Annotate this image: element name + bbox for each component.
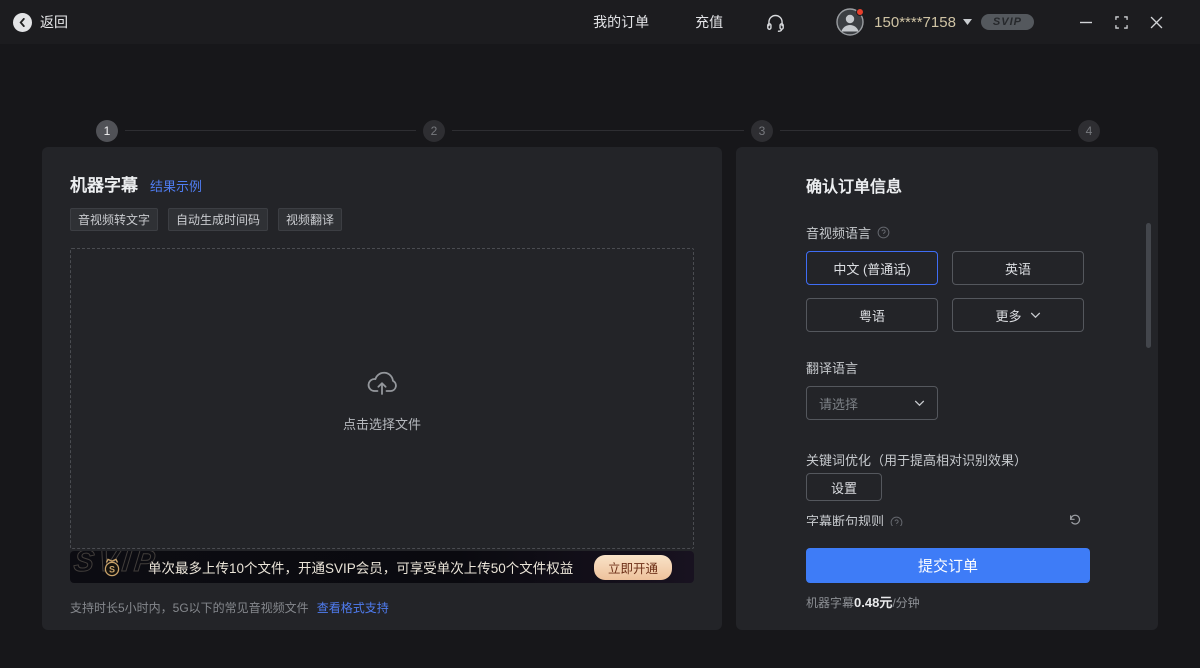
account-phone[interactable]: 150****7158 bbox=[874, 14, 956, 31]
submit-order-button[interactable]: 提交订单 bbox=[806, 548, 1090, 583]
subtitle-rule-label: 字幕断句规则 bbox=[806, 513, 884, 526]
audio-language-options: 中文 (普通话) 英语 粤语 更多 bbox=[806, 251, 1088, 332]
svip-promo-text: 单次最多上传10个文件，开通SVIP会员，可享受单次上传50个文件权益 bbox=[148, 557, 573, 577]
panel-scrollbar[interactable] bbox=[1146, 223, 1151, 348]
svip-coin-icon: S bbox=[100, 556, 124, 578]
step-circle-1: 1 bbox=[96, 120, 118, 142]
back-button[interactable]: 返回 bbox=[13, 12, 68, 32]
avatar[interactable] bbox=[836, 8, 864, 36]
activate-svip-button[interactable]: 立即开通 bbox=[594, 555, 672, 580]
step-circle-4: 4 bbox=[1078, 120, 1100, 142]
feature-tags: 音视频转文字 自动生成时间码 视频翻译 bbox=[70, 208, 694, 231]
file-dropzone[interactable]: 点击选择文件 bbox=[70, 248, 694, 549]
feature-tag: 音视频转文字 bbox=[70, 208, 158, 231]
price-value: 0.48元 bbox=[854, 595, 892, 610]
titlebar: 返回 我的订单 充值 150****7158 SVIP bbox=[0, 0, 1200, 44]
cloud-upload-icon bbox=[362, 364, 402, 400]
caret-down-icon bbox=[963, 19, 972, 25]
result-example-link[interactable]: 结果示例 bbox=[150, 176, 202, 195]
svip-badge[interactable]: SVIP bbox=[981, 14, 1034, 30]
titlebar-right: 我的订单 充值 150****7158 SVIP bbox=[593, 8, 1164, 36]
lang-option-mandarin[interactable]: 中文 (普通话) bbox=[806, 251, 938, 285]
help-icon[interactable] bbox=[877, 226, 890, 239]
feature-tag: 视频翻译 bbox=[278, 208, 342, 231]
nav-recharge[interactable]: 充值 bbox=[695, 12, 723, 32]
panel-title: 确认订单信息 bbox=[806, 173, 1088, 197]
svip-promo-banner: SVIP S 单次最多上传10个文件，开通SVIP会员，可享受单次上传50个文件… bbox=[70, 551, 694, 583]
step-connector bbox=[452, 130, 744, 131]
order-steps: 1 订单创建 2 订单支付 3 订单处理 4 查看结果 bbox=[0, 44, 1200, 144]
feature-tag: 自动生成时间码 bbox=[168, 208, 268, 231]
keyword-optimization-label: 关键词优化（用于提高相对识别效果） bbox=[806, 450, 1027, 469]
chevron-down-icon bbox=[1030, 312, 1041, 319]
step-connector bbox=[125, 130, 416, 131]
supported-files-note: 支持时长5小时内，5G以下的常见音视频文件 bbox=[70, 599, 309, 616]
close-button[interactable] bbox=[1148, 14, 1164, 30]
lang-option-more[interactable]: 更多 bbox=[952, 298, 1084, 332]
svg-text:S: S bbox=[109, 565, 115, 575]
price-line: 机器字幕0.48元/分钟 bbox=[806, 592, 1088, 611]
chevron-down-icon bbox=[914, 400, 925, 407]
step-circle-2: 2 bbox=[423, 120, 445, 142]
format-support-link[interactable]: 查看格式支持 bbox=[317, 599, 389, 616]
back-arrow-icon bbox=[13, 13, 32, 32]
audio-language-label: 音视频语言 bbox=[806, 223, 871, 242]
step-connector bbox=[780, 130, 1071, 131]
headset-icon[interactable] bbox=[765, 12, 786, 33]
maximize-button[interactable] bbox=[1113, 14, 1129, 30]
lang-option-english[interactable]: 英语 bbox=[952, 251, 1084, 285]
help-icon[interactable] bbox=[890, 516, 903, 527]
nav-my-orders[interactable]: 我的订单 bbox=[593, 12, 649, 32]
clipped-option-row: 字幕断句规则 bbox=[806, 513, 1088, 526]
step-circle-3: 3 bbox=[751, 120, 773, 142]
price-prefix: 机器字幕 bbox=[806, 596, 854, 610]
translate-language-select[interactable]: 请选择 bbox=[806, 386, 938, 420]
order-confirm-panel: 确认订单信息 音视频语言 中文 (普通话) 英语 粤语 更多 翻译语言 请选择 bbox=[736, 147, 1158, 630]
minimize-button[interactable] bbox=[1078, 14, 1094, 30]
keyword-settings-button[interactable]: 设置 bbox=[806, 473, 882, 501]
upload-panel: 机器字幕 结果示例 音视频转文字 自动生成时间码 视频翻译 点击选择文件 SVI… bbox=[42, 147, 722, 630]
lang-option-cantonese[interactable]: 粤语 bbox=[806, 298, 938, 332]
reset-icon[interactable] bbox=[1068, 513, 1082, 526]
price-suffix: /分钟 bbox=[892, 596, 919, 610]
service-title: 机器字幕 bbox=[70, 171, 138, 196]
back-label: 返回 bbox=[40, 12, 68, 32]
select-placeholder: 请选择 bbox=[819, 394, 858, 413]
dropzone-hint: 点击选择文件 bbox=[343, 414, 421, 433]
translate-language-label: 翻译语言 bbox=[806, 358, 858, 377]
